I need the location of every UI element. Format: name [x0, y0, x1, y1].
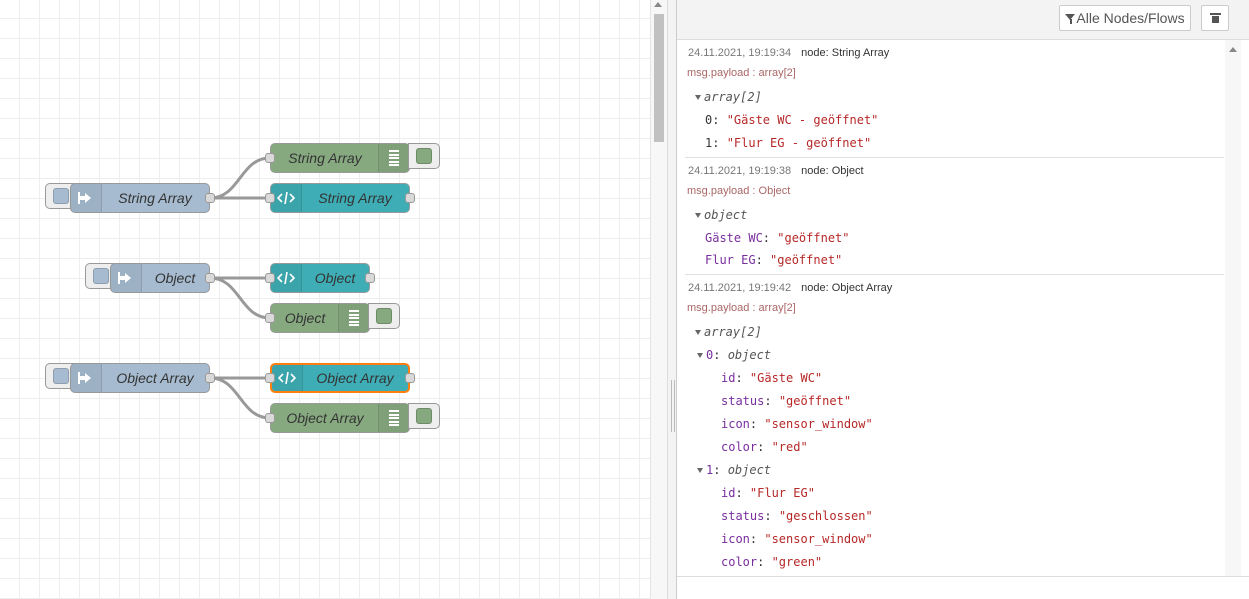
- node-inject-object[interactable]: Object: [110, 263, 215, 293]
- template-code-icon: [271, 184, 302, 212]
- tree-row: icon: "sensor_window": [721, 417, 873, 431]
- input-port[interactable]: [265, 193, 275, 203]
- debug-message: 24.11.2021, 19:19:38 node: Object msg.pay…: [685, 158, 1224, 275]
- tree-row: id: "Flur EG": [721, 486, 815, 500]
- debug-messages: 24.11.2021, 19:19:34 node: String Array m…: [685, 40, 1224, 576]
- inject-icon: [71, 364, 102, 392]
- tree-row: 1: "Flur EG - geöffnet": [705, 136, 872, 150]
- debug-message: 24.11.2021, 19:19:34 node: String Array m…: [685, 40, 1224, 158]
- template-code-icon: [271, 264, 302, 292]
- tree-row[interactable]: array[2]: [695, 325, 762, 339]
- caret-down-icon[interactable]: [697, 353, 703, 358]
- node-debug-object[interactable]: Object: [265, 303, 370, 333]
- tree-row: id: "Gäste WC": [721, 371, 823, 385]
- workspace-scrollbar[interactable]: [650, 0, 667, 599]
- tree-row: Flur EG: "geöffnet": [705, 253, 843, 267]
- caret-down-icon[interactable]: [695, 95, 701, 100]
- scroll-up-icon[interactable]: [1229, 47, 1237, 52]
- input-port[interactable]: [265, 373, 275, 383]
- input-port[interactable]: [265, 153, 275, 163]
- debug-toggle-button[interactable]: [408, 143, 440, 169]
- wire[interactable]: [209, 276, 271, 320]
- caret-down-icon[interactable]: [697, 468, 703, 473]
- message-node[interactable]: node: Object: [801, 165, 863, 177]
- debug-toggle-icon: [376, 308, 392, 324]
- message-payload-tree: array[2] 0: object id: "Gäste WC" status…: [685, 275, 873, 569]
- wire[interactable]: [209, 156, 271, 200]
- node-label: String Array: [318, 190, 392, 206]
- flow-workspace[interactable]: String Array String Array String Array O…: [0, 0, 650, 599]
- debug-list-icon: [378, 404, 409, 432]
- inject-button-icon: [53, 368, 69, 384]
- filter-button[interactable]: Alle Nodes/Flows: [1059, 5, 1191, 31]
- tree-row: color: "red": [721, 440, 808, 454]
- output-port[interactable]: [405, 193, 415, 203]
- node-label: Object Array: [116, 370, 194, 386]
- input-port[interactable]: [265, 273, 275, 283]
- input-port[interactable]: [265, 413, 275, 423]
- debug-toggle-button[interactable]: [368, 303, 400, 329]
- sidebar-footer: [677, 576, 1249, 599]
- debug-list-icon: [378, 144, 409, 172]
- template-code-icon: [272, 365, 303, 391]
- node-template-object-array[interactable]: Object Array: [265, 363, 415, 393]
- message-node[interactable]: node: String Array: [801, 47, 889, 59]
- messages-scrollbar[interactable]: [1225, 40, 1241, 576]
- inject-button-icon: [93, 268, 109, 284]
- tree-row[interactable]: 0: object: [697, 348, 771, 362]
- node-inject-string-array[interactable]: String Array: [70, 183, 215, 213]
- wire[interactable]: [209, 376, 271, 420]
- sidebar-resize-handle[interactable]: [667, 0, 677, 599]
- tree-row: 0: "Gäste WC - geöffnet": [705, 113, 879, 127]
- tree-row[interactable]: 1: object: [697, 463, 771, 477]
- inject-icon: [71, 184, 102, 212]
- tree-row[interactable]: array[2]: [695, 90, 762, 104]
- inject-icon: [111, 264, 142, 292]
- output-port[interactable]: [405, 373, 415, 383]
- node-label: String Array: [118, 190, 192, 206]
- inject-button-icon: [53, 188, 69, 204]
- node-label: String Array: [288, 150, 362, 166]
- node-label: Object: [284, 310, 326, 326]
- caret-down-icon[interactable]: [695, 213, 701, 218]
- node-label: Object: [154, 270, 196, 286]
- scrollbar-thumb[interactable]: [654, 14, 664, 142]
- input-port[interactable]: [265, 313, 275, 323]
- grip-icon: [671, 380, 675, 432]
- debug-toggle-button[interactable]: [408, 403, 440, 429]
- node-template-string-array[interactable]: String Array: [265, 183, 415, 213]
- filter-label: Alle Nodes/Flows: [1076, 10, 1185, 26]
- message-payload-tree: array[2] 0: "Gäste WC - geöffnet" 1: "Fl…: [685, 40, 878, 150]
- tree-row: status: "geschlossen": [721, 509, 873, 523]
- tree-row[interactable]: object: [695, 208, 747, 222]
- output-port[interactable]: [205, 193, 215, 203]
- tree-row: icon: "sensor_window": [721, 532, 873, 546]
- node-label: Object Array: [316, 370, 394, 386]
- output-port[interactable]: [205, 373, 215, 383]
- tree-row: Gäste WC: "geöffnet": [705, 231, 850, 245]
- debug-sidebar: Alle Nodes/Flows 24.11.2021, 19:19:34 nod…: [677, 0, 1249, 599]
- message-node[interactable]: node: Object Array: [801, 282, 892, 294]
- output-port[interactable]: [365, 273, 375, 283]
- node-inject-object-array[interactable]: Object Array: [70, 363, 215, 393]
- caret-down-icon[interactable]: [695, 330, 701, 335]
- node-label: Object Array: [286, 410, 364, 426]
- node-debug-object-array[interactable]: Object Array: [265, 403, 410, 433]
- debug-message: 24.11.2021, 19:19:42 node: Object Array m…: [685, 275, 1224, 576]
- tree-row: color: "green": [721, 555, 823, 569]
- message-payload-tree: object Gäste WC: "geöffnet" Flur EG: "ge…: [685, 158, 850, 267]
- node-debug-string-array[interactable]: String Array: [265, 143, 410, 173]
- node-template-object[interactable]: Object: [265, 263, 375, 293]
- output-port[interactable]: [205, 273, 215, 283]
- wires: [209, 156, 271, 420]
- debug-toggle-icon: [416, 408, 432, 424]
- node-label: Object: [314, 270, 356, 286]
- debug-toolbar: Alle Nodes/Flows: [677, 0, 1249, 40]
- trash-icon: [1209, 13, 1221, 23]
- debug-toggle-icon: [416, 148, 432, 164]
- clear-messages-button[interactable]: [1201, 5, 1229, 31]
- tree-row: status: "geöffnet": [721, 394, 852, 408]
- debug-list-icon: [338, 304, 369, 332]
- scroll-up-icon[interactable]: [654, 2, 662, 7]
